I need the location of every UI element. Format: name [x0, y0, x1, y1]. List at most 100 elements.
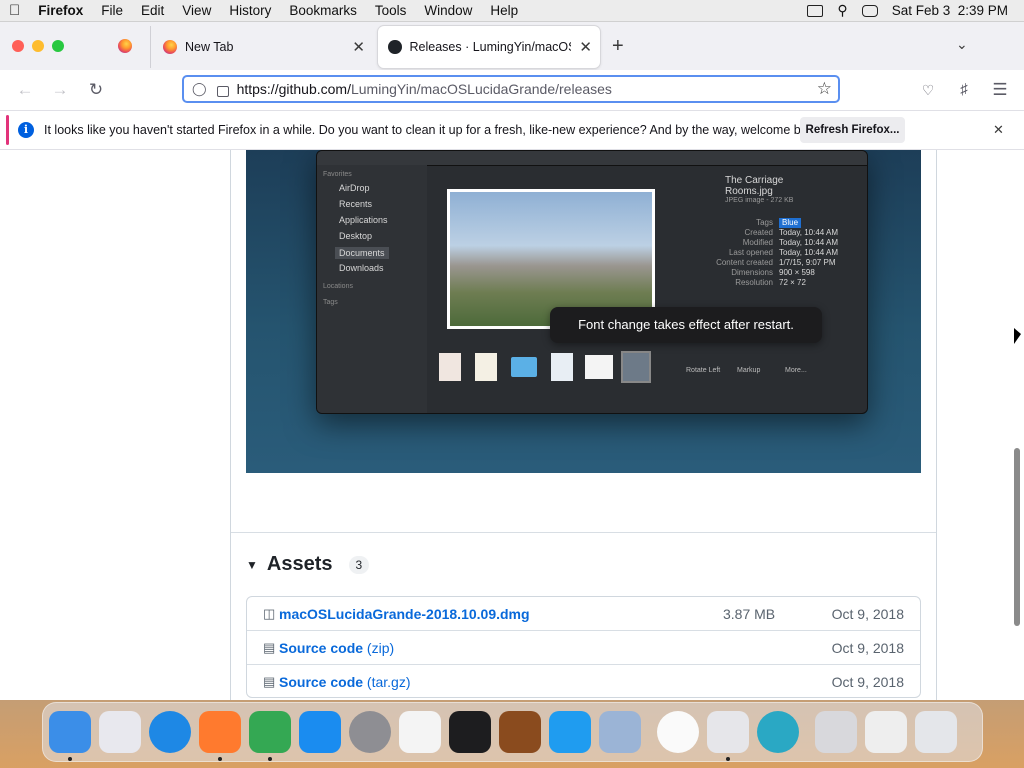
spotlight-search-icon[interactable]: ⚲ [837, 2, 847, 19]
asset-link[interactable]: Source code (tar.gz) [279, 674, 411, 690]
tracking-protection-shield-icon[interactable]: ◯ [192, 81, 207, 97]
dock-textedit-icon[interactable] [399, 711, 441, 753]
dock-system-preferences-icon[interactable] [349, 711, 391, 753]
assets-header[interactable]: ▼ Assets 3 [246, 553, 370, 576]
page-scrollbar[interactable] [1014, 448, 1020, 626]
url-bar[interactable]: ◯ https://github.com/LumingYin/macOSLuci… [182, 75, 840, 103]
disclosure-triangle-icon[interactable]: ▼ [246, 558, 258, 572]
navigation-toolbar: ← → ↻ ◯ https://github.com/LumingYin/mac… [0, 70, 1024, 110]
pinned-tab-firefox[interactable] [110, 36, 140, 56]
file-info-value: Today, 10:44 AM [779, 228, 838, 237]
menu-file[interactable]: File [92, 0, 132, 22]
asset-link[interactable]: Source code (zip) [279, 640, 394, 656]
thumbnail [439, 353, 461, 381]
menu-history[interactable]: History [220, 0, 280, 22]
assets-title: Assets [266, 553, 333, 575]
asset-name: Source code [279, 640, 364, 656]
file-info-rows: Tags Blue Created Today, 10:44 AM Modified To… [703, 218, 853, 288]
minimize-window-button[interactable] [32, 40, 44, 52]
dock-launchpad-icon[interactable] [99, 711, 141, 753]
url-path: LumingYin/macOSLucidaGrande/releases [350, 81, 612, 97]
asset-suffix: (zip) [363, 640, 395, 656]
dock-safari-icon[interactable] [149, 711, 191, 753]
dock-chrome-icon[interactable] [249, 711, 291, 753]
asset-link[interactable]: macOSLucidaGrande-2018.10.09.dmg [279, 606, 530, 622]
dock-terminal-icon[interactable] [449, 711, 491, 753]
dock-instruments-icon[interactable] [499, 711, 541, 753]
new-tab-plus-icon[interactable]: + [612, 35, 624, 58]
close-tab-icon[interactable]: ✕ [342, 38, 375, 56]
tab-releases[interactable]: Releases · LumingYin/macOSLu ✕ [378, 26, 600, 68]
menu-view[interactable]: View [173, 0, 220, 22]
macos-menu-bar:  Firefox File Edit View History Bookmar… [0, 0, 1024, 22]
file-info-key: Resolution [735, 278, 773, 287]
dock-trash-icon[interactable] [915, 711, 957, 753]
control-center-icon[interactable] [861, 4, 878, 17]
dock-running-indicator [68, 757, 72, 761]
dock-firefox-icon[interactable] [199, 711, 241, 753]
tab-new-tab[interactable]: New Tab ✕ [150, 26, 375, 68]
thumbnail [551, 353, 573, 381]
dock-system-information-icon[interactable] [707, 711, 749, 753]
file-info-key: Tags [756, 218, 773, 227]
asset-name: Source code [279, 674, 364, 690]
reload-icon[interactable]: ↻ [83, 79, 109, 101]
app-menu-hamburger-icon[interactable]: ☰ [987, 79, 1013, 101]
url-text[interactable]: https://github.com/LumingYin/macOSLucida… [237, 81, 612, 97]
menu-bookmarks[interactable]: Bookmarks [280, 0, 366, 22]
lock-icon[interactable] [216, 85, 229, 97]
close-tab-icon[interactable]: ✕ [571, 38, 600, 56]
forward-arrow-icon[interactable]: → [47, 79, 73, 101]
list-all-tabs-chevron-icon[interactable]: ⌄ [956, 36, 968, 53]
notification-accent-bar [6, 115, 9, 145]
close-notification-icon[interactable]: ✕ [993, 122, 1004, 138]
firefox-icon [163, 40, 177, 54]
refresh-firefox-button[interactable]: Refresh Firefox... [800, 117, 905, 143]
dock-app-store-icon[interactable] [299, 711, 341, 753]
apple-icon[interactable]:  [0, 0, 29, 22]
dock-clock-icon[interactable] [657, 711, 699, 753]
dock-finder-icon[interactable] [49, 711, 91, 753]
asset-suffix: (tar.gz) [363, 674, 411, 690]
sidebar-heading: Tags [323, 299, 338, 306]
info-icon: i [18, 122, 34, 138]
menu-window[interactable]: Window [415, 0, 481, 22]
dock-typeface-icon[interactable] [757, 711, 799, 753]
file-info-row: Resolution 72 × 72 [703, 278, 853, 288]
finder-window-preview: Favorites AirDrop Recents Applications D… [316, 150, 868, 414]
file-info-row: Tags Blue [703, 218, 853, 228]
screen-mirroring-icon[interactable] [807, 4, 824, 17]
browser-window: New Tab ✕ Releases · LumingYin/macOSLu ✕… [0, 22, 1024, 700]
menu-help[interactable]: Help [481, 0, 527, 22]
menu-clock[interactable]: Sat Feb 3 2:39 PM [892, 3, 1008, 18]
dock-migration-assistant-icon[interactable] [599, 711, 641, 753]
dock-running-indicator [218, 757, 222, 761]
asset-size: 3.87 MB [723, 606, 776, 622]
tab-label: New Tab [185, 40, 234, 54]
dock-fonts-icon[interactable] [815, 711, 857, 753]
thumbnail-strip [427, 351, 677, 387]
close-window-button[interactable] [12, 40, 24, 52]
thumbnail [585, 355, 613, 379]
file-name: The Carriage Rooms.jpg [725, 175, 784, 197]
extensions-icon[interactable]: ♯ [951, 79, 977, 101]
dock-documents-icon[interactable] [865, 711, 907, 753]
bookmark-star-icon[interactable]: ☆ [817, 79, 832, 99]
file-zip-icon: ▤ [263, 640, 276, 655]
dock-vscode-icon[interactable] [549, 711, 591, 753]
menu-app-name[interactable]: Firefox [29, 0, 92, 22]
file-info-row: Modified Today, 10:44 AM [703, 238, 853, 248]
file-info-key: Content created [716, 258, 773, 267]
file-info-key: Dimensions [731, 268, 773, 277]
zoom-window-button[interactable] [52, 40, 64, 52]
section-divider [231, 532, 936, 533]
file-info-key: Last opened [728, 248, 773, 257]
menu-edit[interactable]: Edit [132, 0, 173, 22]
asset-row: ▤ Source code (tar.gz) Oct 9, 2018 [247, 664, 920, 697]
file-info-value: Today, 10:44 AM [779, 248, 838, 257]
sidebar-item: Desktop [339, 231, 373, 241]
back-arrow-icon[interactable]: ← [12, 79, 38, 101]
pocket-icon[interactable]: ♡ [915, 79, 941, 101]
menu-tools[interactable]: Tools [366, 0, 416, 22]
file-info-row: Dimensions 900 × 598 [703, 268, 853, 278]
